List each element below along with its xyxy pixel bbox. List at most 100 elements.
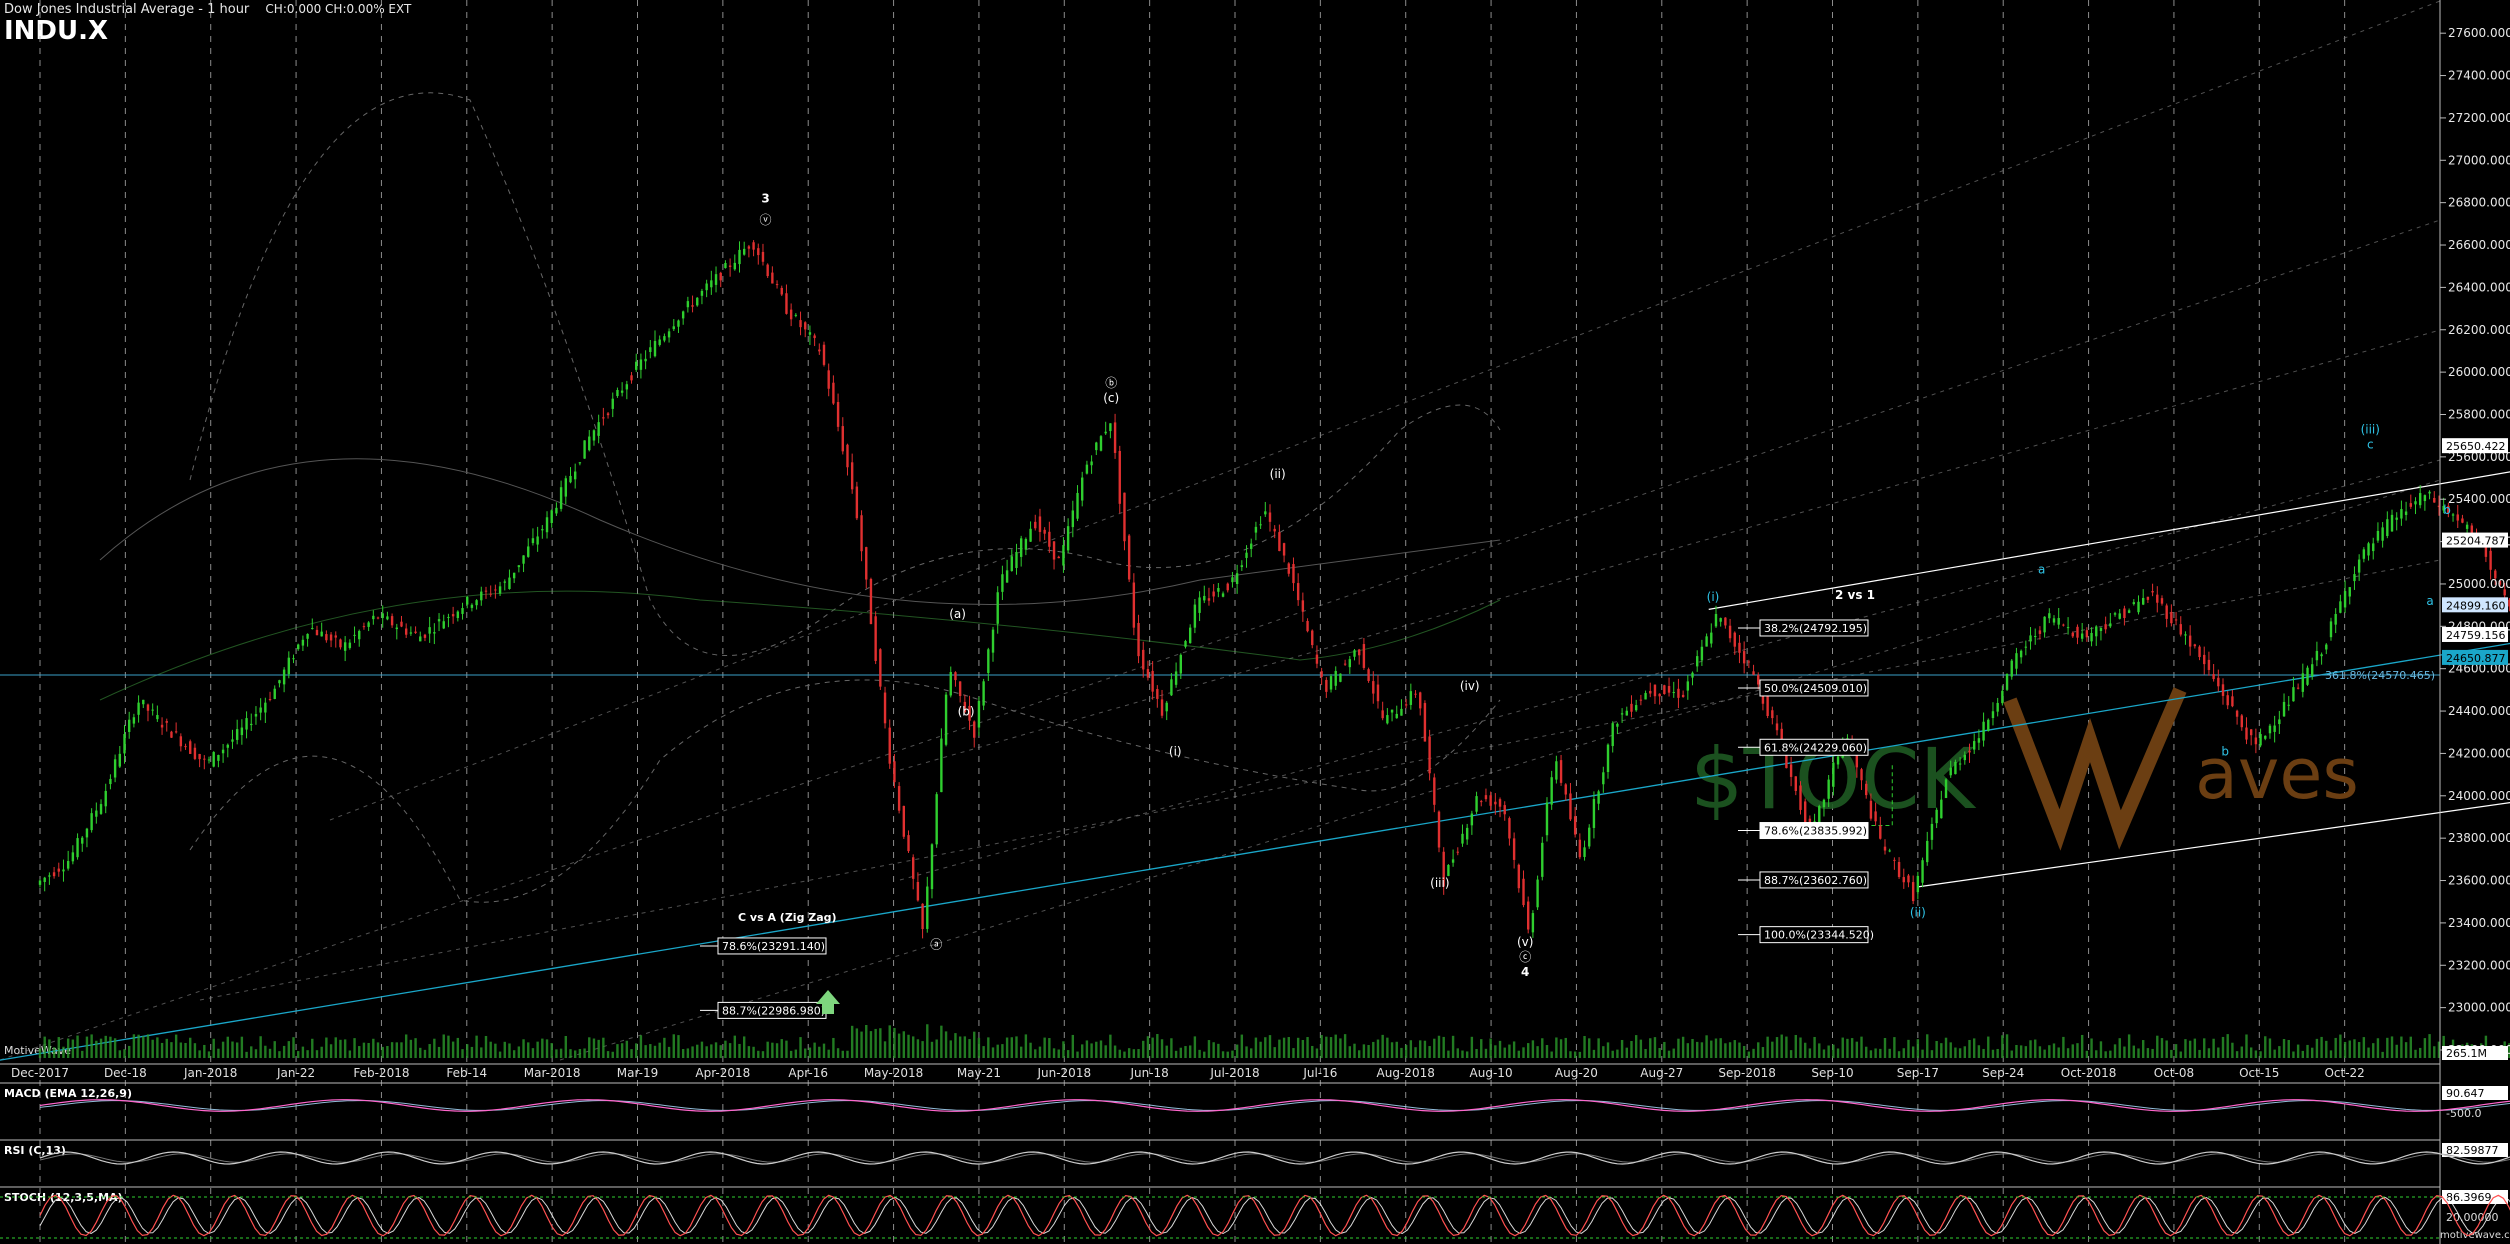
candle-body (2278, 719, 2281, 725)
candle-body (841, 426, 844, 452)
volume-bar (1926, 1034, 1929, 1058)
candle-body (606, 413, 610, 416)
volume-bar (1545, 1045, 1549, 1058)
wave-label-white: (c) (1103, 391, 1119, 405)
candle-body (559, 487, 563, 509)
candle-body (2132, 602, 2136, 605)
candle-body (1113, 422, 1117, 453)
candle-body (1329, 676, 1333, 690)
candle-body (2048, 613, 2051, 619)
y-tick-label: 24400.000 (2448, 704, 2510, 718)
candle-body (292, 658, 295, 660)
volume-bar (1250, 1048, 1253, 1058)
wave-label-white: ⓒ (1519, 950, 1531, 964)
candle-body (902, 805, 906, 837)
volume-bar (2113, 1044, 2117, 1058)
volume-bar (235, 1042, 239, 1058)
volume-bar (142, 1036, 145, 1058)
volume-bar (973, 1031, 976, 1058)
candle-body (1710, 632, 1713, 644)
volume-bar (1672, 1048, 1675, 1058)
volume-bar (531, 1048, 535, 1058)
candle-body (2104, 624, 2107, 630)
fib-level-label: 50.0%(24509.010) (1764, 682, 1867, 695)
candle-body (494, 589, 497, 591)
volume-bar (1949, 1042, 1952, 1058)
volume-bar (480, 1047, 483, 1058)
candle-body (2010, 660, 2013, 677)
candle-body (2024, 646, 2028, 648)
volume-bar (2301, 1050, 2305, 1058)
candle-body (625, 384, 629, 390)
candle-body (2301, 673, 2305, 692)
chart-canvas[interactable]: $TOCK aves 361.8%(24570.465) 3 ⓥ ⓑ(c) (ii) (a… (0, 0, 2510, 1244)
volume-bar (1742, 1046, 1746, 1058)
candle-body (2489, 550, 2492, 570)
candle-body (653, 340, 657, 357)
volume-bar (1606, 1042, 1610, 1058)
volume-bar (1869, 1050, 1873, 1058)
volume-bar (1198, 1049, 1201, 1058)
indicator-line (39, 1196, 2510, 1235)
candle-body (2362, 549, 2366, 559)
volume-bar (2010, 1050, 2013, 1058)
candle-body (90, 813, 93, 831)
candle-body (954, 672, 957, 681)
candle-body (1832, 762, 1835, 787)
candle-body (2113, 613, 2117, 615)
wave-label-cyan: c (2367, 437, 2374, 451)
volume-bar (982, 1046, 985, 1058)
candle-body (686, 301, 690, 308)
candle-body (498, 586, 502, 594)
volume-bar (1278, 1039, 1281, 1058)
volume-bar (1705, 1035, 1708, 1058)
volume-bar (724, 1040, 727, 1058)
volume-bar (1306, 1037, 1309, 1058)
candle-body (99, 804, 103, 814)
x-tick-label: Aug-10 (1470, 1066, 1513, 1080)
candle-body (705, 283, 708, 291)
price-tag: 25204.787 (2446, 535, 2506, 548)
candle-body (456, 611, 460, 618)
volume-bar (2104, 1051, 2107, 1058)
candle-body (1019, 538, 1023, 557)
volume-bar (1696, 1041, 1699, 1058)
volume-bar (245, 1051, 248, 1058)
wave-label-white: (a) (949, 607, 966, 621)
volume-bar (329, 1044, 333, 1058)
volume-bar (170, 1042, 173, 1058)
candle-body (1015, 551, 1018, 569)
volume-bar (1123, 1051, 1126, 1058)
volume-bar (362, 1042, 366, 1058)
candle-body (2071, 632, 2074, 637)
volume-bar (381, 1046, 384, 1058)
volume-bar (827, 1049, 830, 1058)
candle-body (1658, 693, 1661, 697)
volume-bar (466, 1044, 469, 1058)
volume-bar (62, 1046, 65, 1058)
stockwaves-watermark: $TOCK aves (1690, 687, 2359, 851)
volume-bar (1649, 1038, 1652, 1058)
dashed-guide-line (559, 479, 2441, 1061)
candle-body (170, 731, 173, 738)
candle-body (1963, 754, 1967, 761)
candle-body (1879, 825, 1882, 839)
volume-bar (738, 1043, 741, 1058)
volume-bar (2066, 1048, 2070, 1058)
candle-body (132, 717, 136, 724)
volume-bar (132, 1034, 136, 1058)
candle-body (189, 741, 192, 754)
volume-bar (1996, 1048, 1999, 1058)
volume-bar (1827, 1045, 1830, 1058)
volume-bar (2127, 1034, 2131, 1058)
candle-body (43, 877, 46, 882)
candle-body (747, 246, 751, 249)
candle-body (1273, 528, 1276, 532)
candle-body (2226, 695, 2229, 706)
candle-body (1292, 564, 1295, 584)
candle-body (1982, 721, 1985, 741)
candle-body (1315, 654, 1319, 664)
candle-body (860, 515, 863, 552)
volume-bar (1766, 1036, 1769, 1058)
candle-body (325, 634, 328, 641)
